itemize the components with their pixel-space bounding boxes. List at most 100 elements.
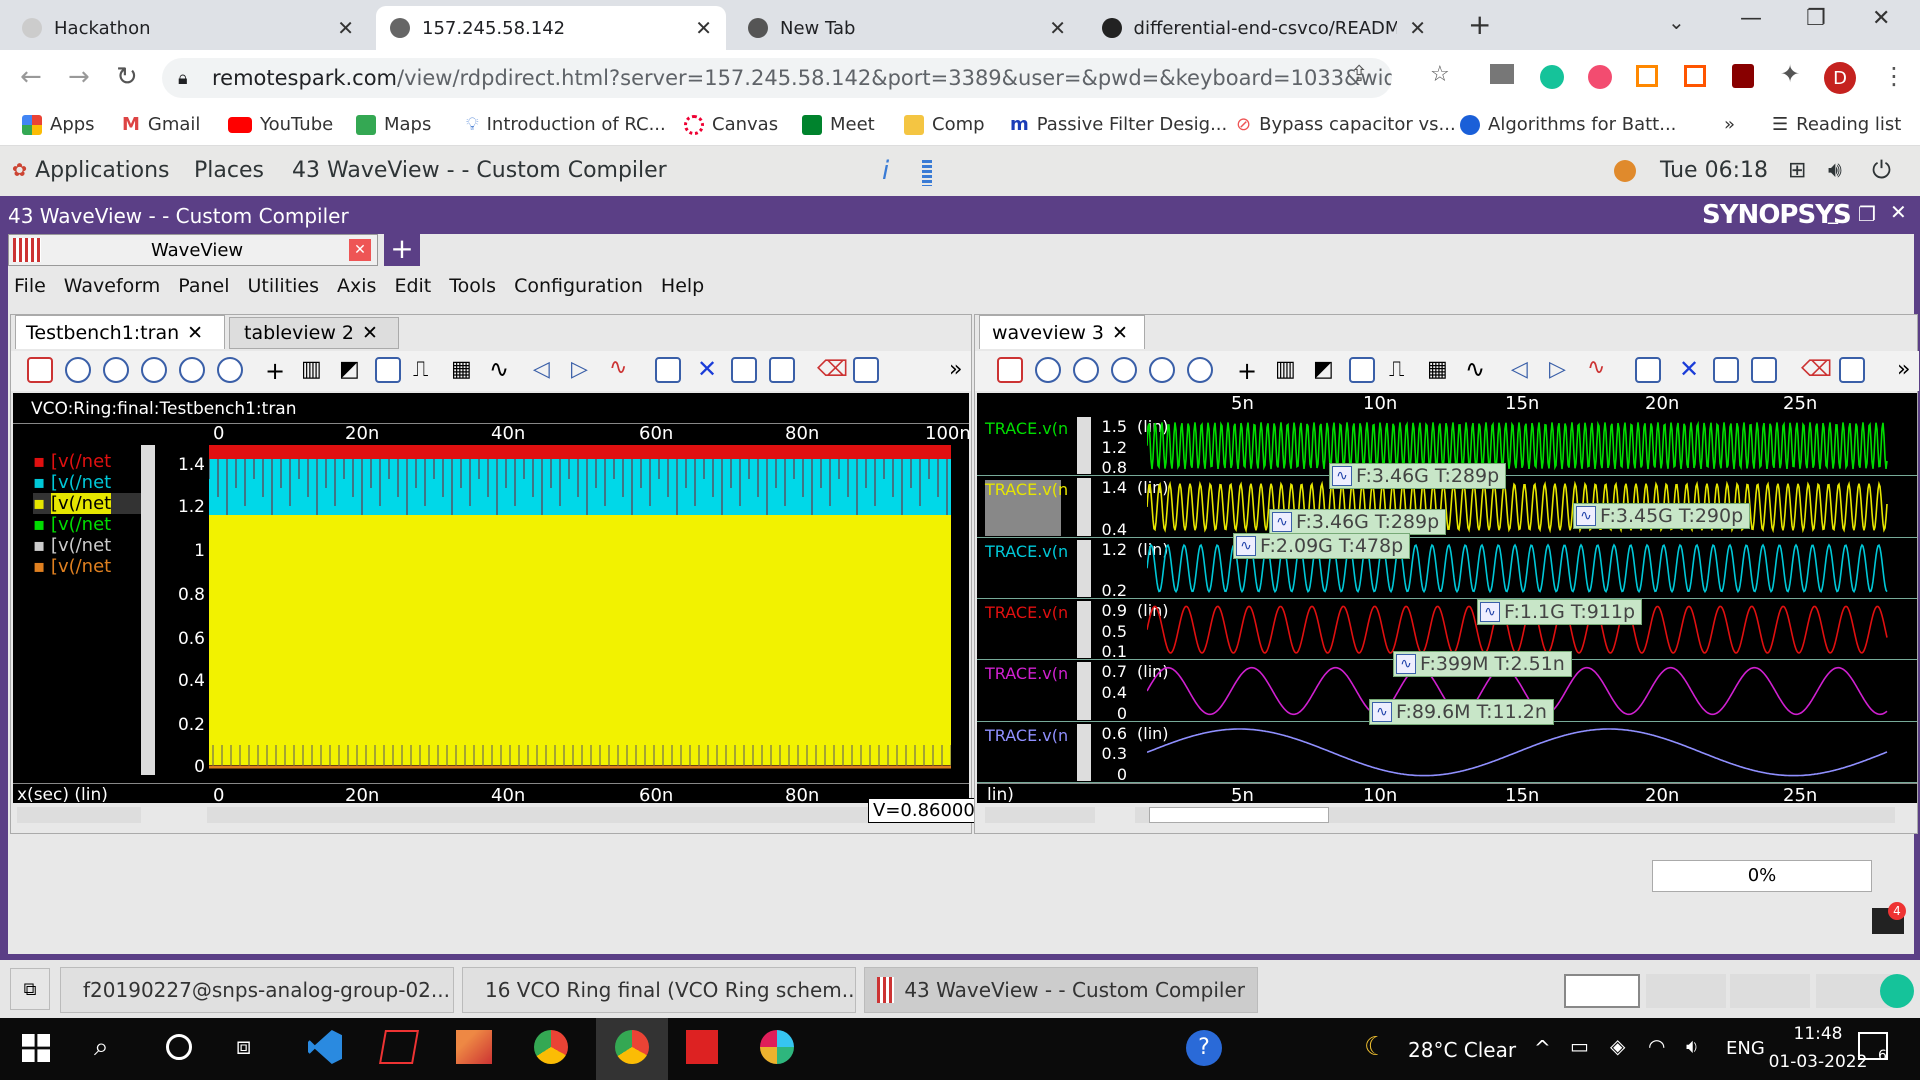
- menu-edit[interactable]: Edit: [394, 275, 431, 297]
- measurement-callout[interactable]: ∿ F:399M T:2.51n: [1393, 651, 1572, 677]
- trace-scrollbar[interactable]: [1077, 478, 1091, 536]
- more-icon[interactable]: »: [949, 357, 962, 382]
- new-tab-icon[interactable]: +: [1468, 8, 1491, 41]
- browser-tab-active[interactable]: 157.245.58.142 ✕: [376, 6, 726, 50]
- info-icon[interactable]: i: [882, 156, 889, 186]
- clock-date[interactable]: 01-03-2022: [1768, 1052, 1868, 1072]
- zoom-y-icon[interactable]: [179, 357, 205, 383]
- wave-icon[interactable]: ∿: [489, 355, 509, 383]
- crosshair-icon[interactable]: +: [1237, 357, 1257, 385]
- export-icon[interactable]: [1839, 357, 1865, 383]
- taskbar-terminal[interactable]: f20190227@snps-analog-group-02...: [60, 967, 454, 1013]
- puzzle-icon[interactable]: ✦: [1780, 60, 1800, 88]
- volume-icon[interactable]: 🔊︎: [1828, 158, 1842, 183]
- tab-testbench1[interactable]: Testbench1:tran ✕: [15, 315, 225, 349]
- bookmark-gmail[interactable]: M Gmail: [122, 114, 200, 135]
- dropbox-icon[interactable]: ◈: [1610, 1034, 1625, 1058]
- export-icon[interactable]: [853, 357, 879, 383]
- applications-menu[interactable]: ✿ Applications: [12, 158, 169, 183]
- eraser-icon[interactable]: ⌫: [817, 357, 848, 382]
- zoom-in-icon[interactable]: [65, 357, 91, 383]
- windows-start-icon[interactable]: [22, 1034, 50, 1062]
- chrome-icon[interactable]: [534, 1030, 568, 1064]
- measure-icon[interactable]: ◩: [339, 357, 360, 382]
- reload-icon[interactable]: ↻: [116, 62, 138, 92]
- trace-hscrollbar[interactable]: [985, 807, 1095, 823]
- bookmark-youtube[interactable]: YouTube: [228, 114, 333, 135]
- close-icon[interactable]: ✕: [1049, 16, 1066, 40]
- wave-icon[interactable]: ∿: [1465, 355, 1485, 383]
- bookmark-introduction[interactable]: 💡︎ Introduction of RC...: [466, 114, 666, 135]
- measurement-callout[interactable]: ∿ F:3.45G T:290p: [1573, 503, 1751, 529]
- signal-item[interactable]: ▪ [v(/net: [33, 472, 143, 493]
- marker-icon[interactable]: [375, 357, 401, 383]
- delete-icon[interactable]: ✕: [1679, 355, 1699, 383]
- zoom-region-icon[interactable]: [217, 357, 243, 383]
- browser-tab[interactable]: Hackathon ✕: [8, 6, 368, 50]
- minimize-icon[interactable]: _: [1828, 200, 1838, 224]
- taskbar-schematic[interactable]: 16 VCO Ring final (VCO Ring schem...: [462, 967, 856, 1013]
- menu-tools[interactable]: Tools: [449, 275, 496, 297]
- zoom-in-icon[interactable]: [1035, 357, 1061, 383]
- share-icon[interactable]: ⇪: [1350, 62, 1368, 87]
- trace-label[interactable]: TRACE.v(n: [985, 419, 1068, 438]
- horizontal-scrollbar[interactable]: [1135, 807, 1895, 823]
- prev-icon[interactable]: ◁: [533, 357, 550, 382]
- zoom-out-icon[interactable]: [1073, 357, 1099, 383]
- vscode-icon[interactable]: [308, 1030, 342, 1064]
- pulse-icon[interactable]: ⎍: [1389, 357, 1404, 382]
- close-icon[interactable]: ✕: [1112, 322, 1128, 344]
- extension-icon[interactable]: [1588, 65, 1612, 89]
- bookmark-passive-filter[interactable]: m Passive Filter Desig...: [1010, 114, 1227, 135]
- close-icon[interactable]: ✕: [1409, 16, 1426, 40]
- maximize-icon[interactable]: ❐: [1858, 202, 1876, 226]
- menu-utilities[interactable]: Utilities: [248, 275, 320, 297]
- trace-scrollbar[interactable]: [1077, 539, 1091, 597]
- trace-waveform[interactable]: [1147, 480, 1888, 534]
- ublock-icon[interactable]: [1732, 64, 1754, 88]
- scroll-thumb[interactable]: [1149, 807, 1329, 823]
- wave-red-icon[interactable]: ∿: [609, 355, 627, 380]
- measurement-callout[interactable]: ∿ F:3.46G T:289p: [1269, 509, 1447, 535]
- next-icon[interactable]: ▷: [1549, 357, 1566, 382]
- search-icon[interactable]: ⌕: [94, 1032, 109, 1063]
- waveview-tab[interactable]: WaveView ✕: [8, 234, 378, 266]
- zoom-fit-icon[interactable]: [997, 357, 1023, 383]
- signal-item[interactable]: ▪ [v(/net: [33, 556, 143, 577]
- browser-tab[interactable]: New Tab ✕: [734, 6, 1080, 50]
- grid-icon[interactable]: ▦: [1427, 357, 1448, 382]
- close-icon[interactable]: ✕: [187, 322, 203, 344]
- trace-label[interactable]: TRACE.v(n: [985, 480, 1068, 536]
- trace-label[interactable]: TRACE.v(n: [985, 542, 1068, 561]
- paste-icon[interactable]: [1751, 357, 1777, 383]
- bookmark-apps[interactable]: Apps: [22, 114, 95, 135]
- paste-icon[interactable]: [769, 357, 795, 383]
- volume-icon[interactable]: 🔉︎: [1686, 1034, 1699, 1058]
- address-bar[interactable]: 🔒︎ remotespark.com/view/rdpdirect.html?s…: [162, 58, 1392, 98]
- copy-icon[interactable]: [1713, 357, 1739, 383]
- acrobat-icon[interactable]: [686, 1030, 718, 1064]
- zoom-out-icon[interactable]: [103, 357, 129, 383]
- signal-item[interactable]: ▪ [v(/net: [33, 535, 143, 556]
- bookmark-algorithms[interactable]: Algorithms for Batt...: [1460, 114, 1676, 135]
- weather-text[interactable]: 28°C Clear: [1408, 1038, 1516, 1062]
- browser-tab[interactable]: differential-end-csvco/README.n ✕: [1088, 6, 1440, 50]
- minimize-icon[interactable]: —: [1740, 6, 1762, 31]
- close-icon[interactable]: ✕: [362, 322, 378, 344]
- menu-help[interactable]: Help: [661, 275, 704, 297]
- zoom-x-icon[interactable]: [1111, 357, 1137, 383]
- menu-waveform[interactable]: Waveform: [64, 275, 160, 297]
- wave-red-icon[interactable]: ∿: [1587, 355, 1605, 380]
- close-icon[interactable]: ✕: [695, 16, 712, 40]
- measurement-callout[interactable]: ∿ F:89.6M T:11.2n: [1369, 699, 1554, 725]
- next-icon[interactable]: ▷: [571, 357, 588, 382]
- left-waveform-panel[interactable]: VCO:Ring:final:Testbench1:tran 0 20n 40n…: [13, 393, 971, 806]
- menu-axis[interactable]: Axis: [337, 275, 376, 297]
- fit-window-icon[interactable]: [1635, 357, 1661, 383]
- close-icon[interactable]: ✕: [1890, 200, 1907, 224]
- left-plot[interactable]: [209, 445, 951, 771]
- marker-icon[interactable]: [1349, 357, 1375, 383]
- signal-item[interactable]: ▪ [v(/net: [33, 451, 143, 472]
- clock-time[interactable]: 11:48: [1768, 1024, 1868, 1044]
- tab-tableview[interactable]: tableview 2 ✕: [229, 317, 399, 349]
